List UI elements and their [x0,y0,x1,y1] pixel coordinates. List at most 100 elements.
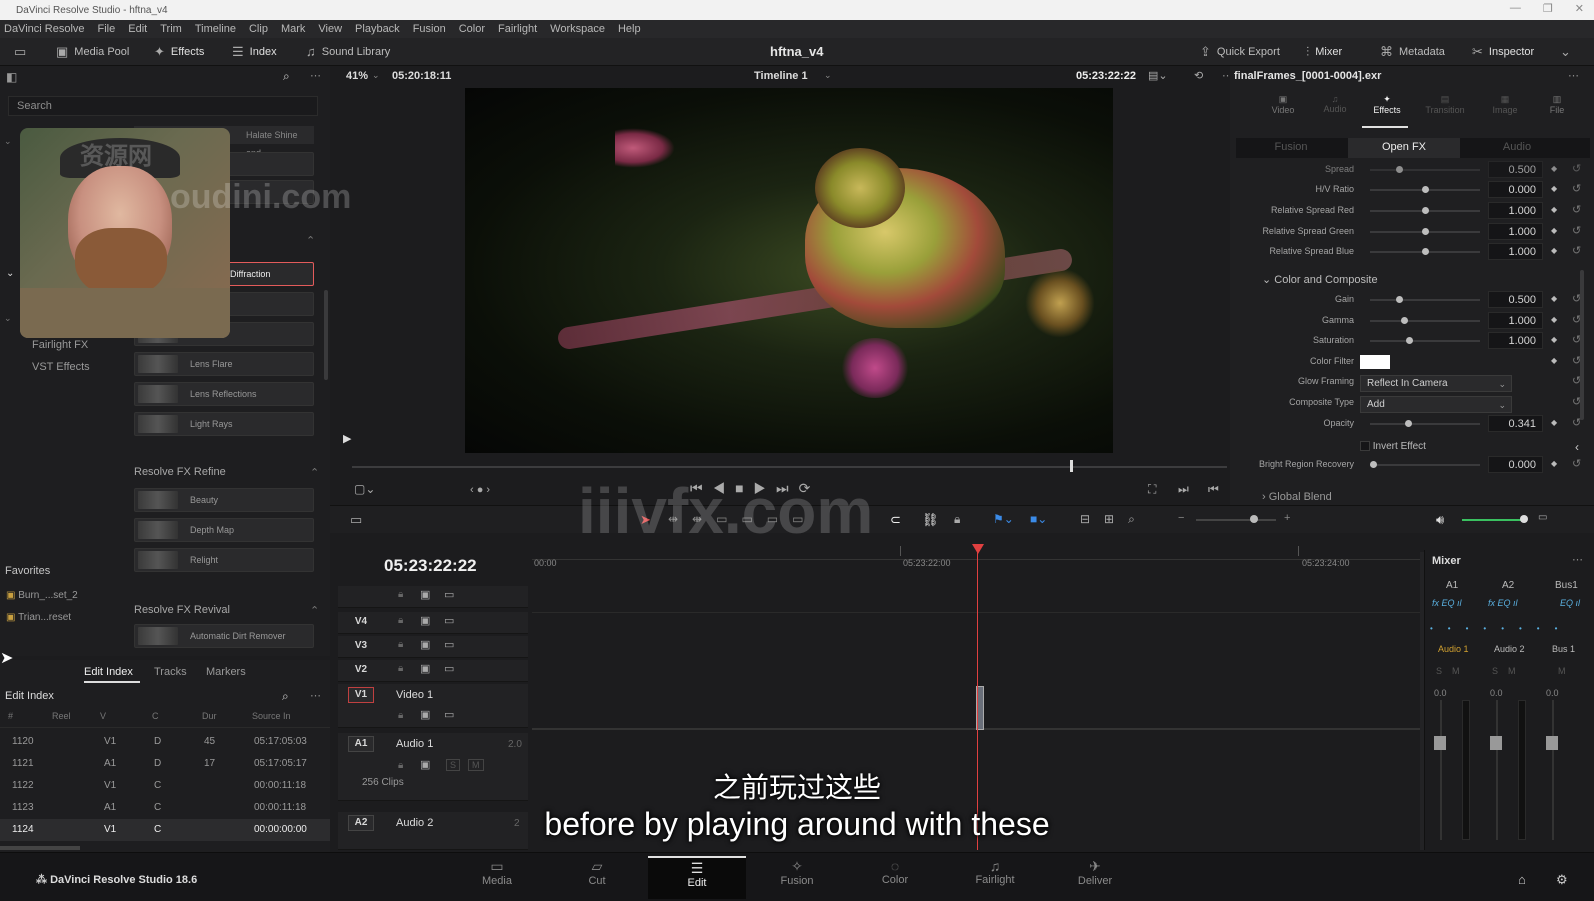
value-field[interactable]: 0.500 [1488,161,1543,178]
slider-track[interactable] [1370,299,1480,301]
camera-icon[interactable]: ▣ [420,588,430,601]
zoom-level[interactable]: 41% [346,70,368,82]
effects-button[interactable]: ✦ Effects [154,44,204,60]
menu-item[interactable]: View [318,23,342,35]
slider-track[interactable] [1370,423,1480,425]
category-vst-effects[interactable]: VST Effects [32,361,90,373]
timeline-view-icon[interactable]: ▭ [350,512,362,528]
home-icon[interactable]: ⌂ [1518,872,1526,887]
menu-item[interactable]: Mark [281,23,305,35]
zoom-out-icon[interactable]: − [1178,512,1184,524]
page-fairlight[interactable]: ♫ Fairlight [946,856,1044,899]
panel-toggle-icon[interactable]: ◧ [6,70,17,84]
zoom-in-icon[interactable]: + [1284,512,1290,524]
monitor-icon[interactable]: ▭ [444,614,454,627]
camera-icon[interactable]: ▣ [420,638,430,651]
next-edit-icon[interactable]: ⏭ [1178,482,1189,497]
menu-item[interactable]: Timeline [195,23,236,35]
playhead-marker[interactable] [972,544,984,554]
tab-audio[interactable]: ♫ Audio [1310,94,1360,114]
inspector-button[interactable]: ✂ Inspector [1472,44,1534,60]
monitor-icon[interactable]: ▭ [444,588,454,601]
more-options-icon[interactable]: ⋯ [310,689,321,702]
gear-icon[interactable]: ⚙ [1556,872,1568,888]
favorite-item[interactable]: ▣ Trian...reset [6,612,71,623]
value-field[interactable]: 0.000 [1488,181,1543,198]
section-global-blend[interactable]: › Global Blend [1262,491,1332,503]
more-options-icon[interactable]: ⋯ [310,69,321,82]
inspector-scrollbar[interactable] [1580,270,1584,420]
reset-icon[interactable]: ↺ [1572,162,1581,175]
lock-icon[interactable]: 🔒︎ [398,663,403,674]
lock-icon[interactable]: 🔒︎ [398,589,403,600]
collapse-button[interactable]: ⌄ [1560,44,1571,60]
monitor-icon[interactable]: ▭ [444,662,454,675]
menu-item[interactable]: Color [459,23,485,35]
value-field[interactable]: 1.000 [1488,223,1543,240]
volume-knob[interactable] [1520,515,1528,523]
chevron-down-icon[interactable]: ⌄ [372,70,380,81]
scrub-bar[interactable] [352,466,1227,468]
volume-icon[interactable]: 🔊︎ [1436,512,1444,528]
section-resolve-fx-refine[interactable]: Resolve FX Refine ⌃ [134,466,319,479]
marker-icon[interactable]: ■⌄ [1030,512,1047,526]
reset-icon[interactable]: ↺ [1572,182,1581,195]
menu-item[interactable]: File [98,23,116,35]
slider-knob[interactable] [1395,166,1403,173]
timeline-selector[interactable]: Timeline 1 [754,70,808,82]
monitor-icon[interactable]: ▭ [444,638,454,651]
flag-icon[interactable]: ⚑⌄ [993,512,1014,526]
quick-export-button[interactable]: ⇪ Quick Export [1200,44,1280,60]
more-options-icon[interactable]: ⋯ [1572,553,1583,566]
minimize-icon[interactable]: — [1510,2,1521,15]
scrub-playhead[interactable] [1070,460,1073,472]
slider-knob[interactable] [1400,317,1408,324]
page-color[interactable]: ◌ Color [846,856,944,899]
fx-eq-icons[interactable]: fx EQ ıl [1488,598,1518,608]
effect-automatic-dirt-remover[interactable]: Automatic Dirt Remover [134,624,314,648]
menu-item[interactable]: Edit [128,23,147,35]
lock-icon[interactable]: 🔒︎ [398,710,403,721]
fader-knob[interactable] [1546,736,1558,750]
volume-slider[interactable] [1462,519,1524,521]
slider-track[interactable] [1370,464,1480,466]
pan-indicators[interactable]: •••••••• [1430,624,1572,633]
zoom-controls[interactable]: ⊟⊞⌕ [1080,512,1149,527]
tab-video[interactable]: ▣ Video [1258,94,1308,115]
tab-edit-index[interactable]: Edit Index [84,666,133,678]
slider-track[interactable] [1370,340,1480,342]
reset-icon[interactable]: ↺ [1572,457,1581,470]
lock-icon[interactable]: 🔒︎ [398,639,403,650]
menu-item[interactable]: Help [618,23,641,35]
section-resolve-fx-revival[interactable]: Resolve FX Revival ⌃ [134,604,319,617]
solo-mute-buttons[interactable]: SM [1436,666,1470,676]
video-viewer[interactable] [465,88,1113,453]
slider-knob[interactable] [1370,461,1377,468]
menu-item[interactable]: Playback [355,23,400,35]
menu-item[interactable]: DaVinci Resolve [4,23,85,35]
value-field[interactable]: 1.000 [1488,243,1543,260]
tab-file[interactable]: ▥ File [1532,94,1582,115]
reset-icon[interactable]: ↺ [1572,244,1581,257]
solo-mute-buttons[interactable]: SM [1492,666,1526,676]
fx-eq-icons[interactable]: EQ ıl [1560,598,1580,608]
effect-relight[interactable]: Relight [134,548,314,572]
keyframe-icon[interactable]: ◆ [1551,315,1557,324]
slider-knob[interactable] [1406,337,1414,344]
jog-control[interactable]: ‹ ● › [470,484,490,496]
section-color-composite[interactable]: ⌄ Color and Composite [1262,273,1378,286]
subtab-open-fx[interactable]: Open FX [1348,138,1460,158]
effect-light-rays[interactable]: Light Rays [134,412,314,436]
keyframe-icon[interactable]: ◆ [1551,418,1557,427]
index-button[interactable]: ☰ Index [232,44,277,60]
play-head-start-icon[interactable]: ▶ [343,432,351,445]
composite-type-select[interactable]: Add ⌄ [1360,396,1512,413]
prev-edit-icon[interactable]: ⏮ [1208,482,1219,497]
effect-lens-flare[interactable]: Lens Flare [134,352,314,376]
tab-markers[interactable]: Markers [206,666,246,678]
collapse-icon[interactable]: ⌃ [306,234,315,247]
keyframe-icon[interactable]: ◆ [1551,459,1557,468]
chevron-down-icon[interactable]: ⌄ [4,136,12,147]
viewer-options-icon[interactable]: ▤⌄ [1148,69,1168,82]
keyframe-icon[interactable]: ◆ [1551,226,1557,235]
